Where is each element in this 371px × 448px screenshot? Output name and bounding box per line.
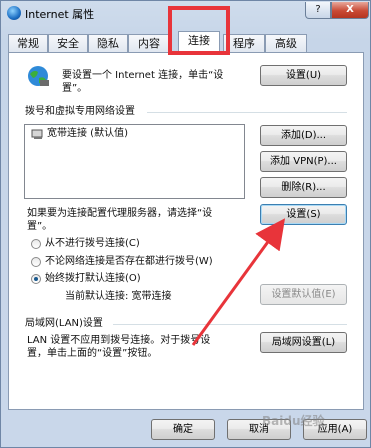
watermark: Baidu经验 [262,414,325,428]
red-arrow-annotation [191,218,286,346]
